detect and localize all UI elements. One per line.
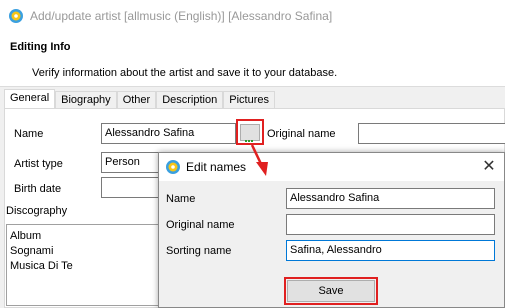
window-title: Add/update artist [allmusic (English)] [… [30,9,333,23]
tab-other[interactable]: Other [116,91,157,109]
tab-description[interactable]: Description [156,91,224,109]
header-title: Editing Info [10,41,71,53]
edit-names-dialog: Edit names ✕ Name Alessandro Safina Orig… [158,152,505,308]
artist-type-label: Artist type [14,158,63,170]
header-subtitle: Verify information about the artist and … [32,67,338,79]
tab-strip: General Biography Other Description Pict… [4,89,275,109]
discography-label: Discography [6,205,68,217]
list-item[interactable]: Album [7,229,165,244]
dialog-name-label: Name [166,193,196,205]
highlight-box-edit-names [236,119,264,145]
dialog-original-name-label: Original name [166,219,235,231]
name-label: Name [14,128,44,140]
name-field[interactable]: Alessandro Safina [101,123,236,144]
app-icon [166,160,180,174]
edit-names-body: Name Alessandro Safina Original name Sor… [159,181,504,307]
app-icon [9,9,23,23]
original-name-field[interactable] [358,123,505,144]
save-button[interactable]: Save [287,280,375,302]
tab-pictures[interactable]: Pictures [223,91,275,109]
birth-date-label: Birth date [14,183,62,195]
dialog-original-name-field[interactable] [286,214,495,235]
close-icon[interactable]: ✕ [477,155,501,179]
dialog-sorting-name-field[interactable]: Safina, Alessandro [286,240,495,261]
dialog-sorting-name-label: Sorting name [166,245,232,257]
tab-biography[interactable]: Biography [55,91,117,109]
list-item[interactable]: Musica Di Te [7,259,165,274]
tab-general[interactable]: General [4,89,56,109]
list-item[interactable]: Sognami [7,244,165,259]
edit-names-titlebar: Edit names ✕ [159,153,504,181]
dialog-name-field[interactable]: Alessandro Safina [286,188,495,209]
window-titlebar: Add/update artist [allmusic (English)] [… [0,0,505,32]
editing-info-header: Editing Info Verify information about th… [0,32,505,86]
edit-names-title: Edit names [186,160,247,174]
original-name-label: Original name [267,128,336,140]
discography-list[interactable]: Album Sognami Musica Di Te [6,224,166,306]
